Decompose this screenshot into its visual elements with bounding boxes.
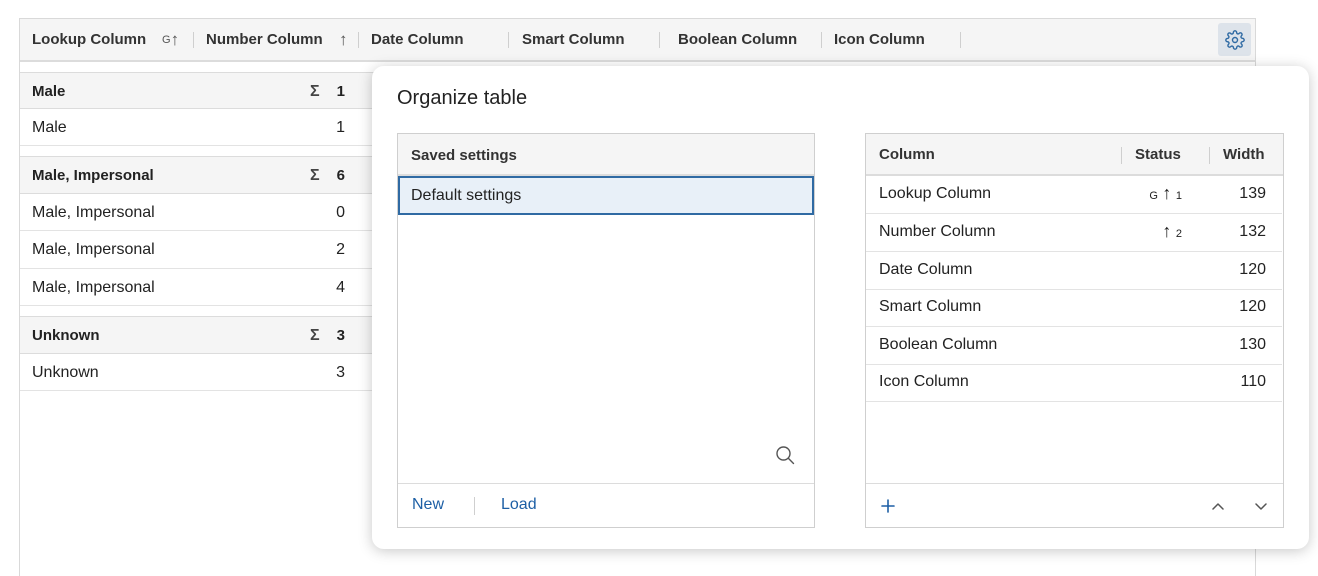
header-icon-column[interactable]: Icon Column: [822, 19, 961, 60]
plus-icon: [881, 499, 895, 513]
header-date-column[interactable]: Date Column: [359, 19, 509, 60]
saved-setting-item[interactable]: Default settings: [398, 176, 814, 215]
search-icon: [776, 446, 795, 465]
saved-settings-header: Saved settings: [398, 134, 814, 176]
header-boolean-column[interactable]: Boolean Column: [666, 19, 822, 60]
organize-table-dialog: Organize table Saved settings Default se…: [372, 66, 1309, 549]
saved-settings-footer: New Load: [398, 483, 814, 527]
column-row-number[interactable]: Number Column ↑ 2 132: [866, 214, 1282, 252]
gear-icon: [1224, 29, 1245, 50]
column-row-date[interactable]: Date Column 120: [866, 252, 1282, 290]
chevron-down-icon: [1255, 503, 1267, 510]
column-row-lookup[interactable]: Lookup Column G ↑ 1 139: [866, 176, 1282, 214]
table-settings-button[interactable]: [1218, 23, 1251, 56]
search-button[interactable]: [772, 442, 798, 468]
column-header-width: Width: [1223, 146, 1265, 163]
header-smart-column[interactable]: Smart Column: [510, 19, 660, 60]
columns-header: Column Status Width: [866, 134, 1283, 176]
header-number-column[interactable]: Number Column ↑: [194, 19, 359, 60]
status-indicator: ↑ 2: [1162, 221, 1182, 241]
saved-settings-panel: Saved settings Default settings New Load: [397, 133, 815, 528]
column-row-boolean[interactable]: Boolean Column 130: [866, 327, 1282, 365]
header-lookup-column[interactable]: Lookup Column G↑: [20, 19, 194, 60]
column-row-smart[interactable]: Smart Column 120: [866, 289, 1282, 327]
table-header: Lookup Column G↑ Number Column ↑ Date Co…: [20, 19, 1255, 62]
load-button[interactable]: Load: [501, 496, 537, 514]
column-row-icon[interactable]: Icon Column 110: [866, 364, 1282, 402]
new-button[interactable]: New: [412, 496, 444, 514]
columns-panel: Column Status Width Lookup Column G ↑ 1 …: [865, 133, 1284, 528]
add-column-button[interactable]: [876, 494, 900, 518]
chevron-up-icon: [1212, 503, 1224, 510]
column-header-name: Column: [879, 146, 935, 163]
status-indicator: G ↑ 1: [1149, 183, 1182, 203]
move-up-button[interactable]: [1206, 494, 1230, 518]
sort-indicator: ↑: [339, 30, 348, 49]
dialog-title: Organize table: [397, 87, 528, 109]
column-header-status: Status: [1135, 146, 1181, 163]
move-down-button[interactable]: [1249, 494, 1273, 518]
columns-footer: [866, 483, 1283, 527]
group-sort-indicator: G↑: [162, 30, 180, 49]
